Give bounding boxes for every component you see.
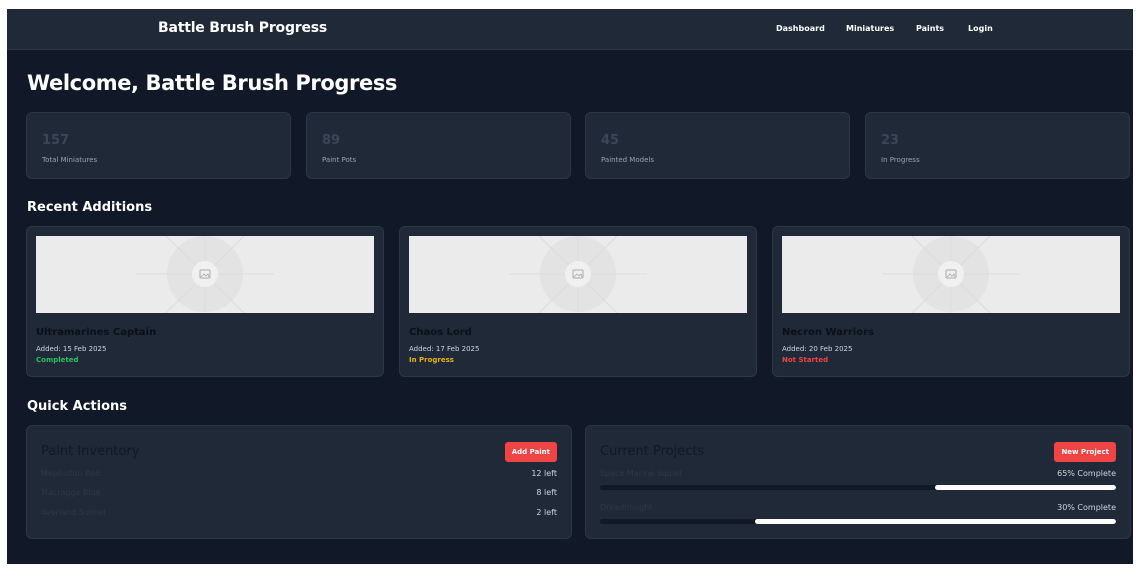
progress-bar-fill xyxy=(935,485,1116,490)
project-name: Dreadnought xyxy=(600,503,653,512)
page-title: Welcome, Battle Brush Progress xyxy=(27,71,398,95)
miniature-card[interactable]: Chaos Lord Added: 17 Feb 2025 In Progres… xyxy=(399,226,757,377)
nav-miniatures[interactable]: Miniatures xyxy=(846,24,894,33)
paint-count: 2 left xyxy=(536,508,557,517)
progress-bar-fill xyxy=(754,519,1116,524)
status-badge: Completed xyxy=(36,356,79,364)
miniature-date: Added: 17 Feb 2025 xyxy=(409,345,480,353)
top-navbar: Battle Brush Progress Dashboard Miniatur… xyxy=(7,9,1133,50)
miniature-name: Necron Warriors xyxy=(782,327,874,338)
status-badge: Not Started xyxy=(782,356,829,364)
paint-inventory-panel: Paint Inventory Add Paint Mephiston Red … xyxy=(26,425,572,539)
image-placeholder-icon xyxy=(509,236,647,313)
stat-value: 45 xyxy=(601,133,620,148)
miniature-image xyxy=(782,236,1120,313)
current-projects-panel: Current Projects New Project Space Marin… xyxy=(585,425,1131,539)
nav-dashboard[interactable]: Dashboard xyxy=(776,24,825,33)
stat-label: Total Miniatures xyxy=(42,156,98,164)
stat-card-total-miniatures: 157 Total Miniatures xyxy=(26,112,291,179)
paint-name: Averland Sunset xyxy=(41,508,107,517)
project-progress-label: 65% Complete xyxy=(1057,469,1116,478)
add-paint-button[interactable]: Add Paint xyxy=(504,442,557,462)
miniature-image xyxy=(409,236,747,313)
stat-value: 157 xyxy=(42,133,70,148)
stat-label: Paint Pots xyxy=(322,156,357,164)
miniature-name: Chaos Lord xyxy=(409,327,472,338)
stat-card-paint-pots: 89 Paint Pots xyxy=(306,112,571,179)
brand-title[interactable]: Battle Brush Progress xyxy=(158,20,327,36)
current-projects-title: Current Projects xyxy=(600,444,705,459)
project-progress-label: 30% Complete xyxy=(1057,503,1116,512)
stat-value: 89 xyxy=(322,133,341,148)
paint-inventory-title: Paint Inventory xyxy=(41,444,140,459)
miniature-date: Added: 20 Feb 2025 xyxy=(782,345,853,353)
stat-label: In Progress xyxy=(881,156,920,164)
progress-bar xyxy=(600,519,1116,524)
stat-card-painted-models: 45 Painted Models xyxy=(585,112,850,179)
nav-paints[interactable]: Paints xyxy=(916,24,944,33)
project-name: Space Marine Squad xyxy=(600,469,682,478)
paint-count: 12 left xyxy=(531,469,557,478)
miniature-card[interactable]: Ultramarines Captain Added: 15 Feb 2025 … xyxy=(26,226,384,377)
paint-name: Mephiston Red xyxy=(41,469,101,478)
new-project-button[interactable]: New Project xyxy=(1054,442,1116,462)
paint-count: 8 left xyxy=(536,488,557,497)
miniature-name: Ultramarines Captain xyxy=(36,327,157,338)
progress-bar xyxy=(600,485,1116,490)
miniature-image xyxy=(36,236,374,313)
miniature-card[interactable]: Necron Warriors Added: 20 Feb 2025 Not S… xyxy=(772,226,1130,377)
stat-label: Painted Models xyxy=(601,156,654,164)
status-badge: In Progress xyxy=(409,356,454,364)
recent-additions-heading: Recent Additions xyxy=(27,200,153,215)
image-placeholder-icon xyxy=(136,236,274,313)
paint-name: Macragge Blue xyxy=(41,488,101,497)
miniature-date: Added: 15 Feb 2025 xyxy=(36,345,107,353)
nav-login[interactable]: Login xyxy=(968,24,993,33)
app-frame: Battle Brush Progress Dashboard Miniatur… xyxy=(7,9,1133,564)
quick-actions-heading: Quick Actions xyxy=(27,399,128,414)
stat-card-in-progress: 23 In Progress xyxy=(865,112,1130,179)
stat-value: 23 xyxy=(881,133,900,148)
image-placeholder-icon xyxy=(882,236,1020,313)
